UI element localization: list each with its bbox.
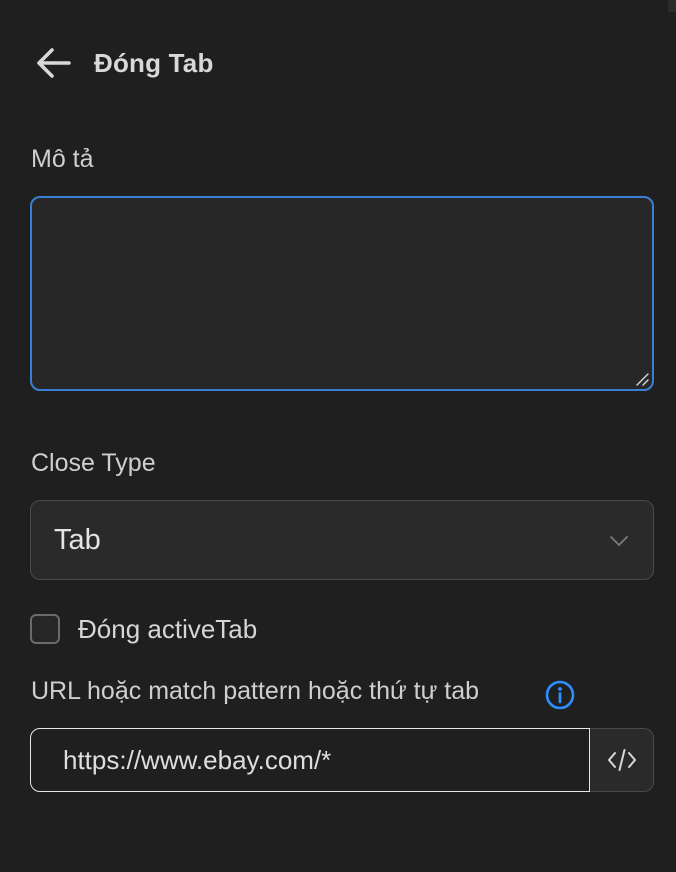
- code-editor-button[interactable]: [590, 728, 654, 792]
- close-type-select[interactable]: Tab: [30, 500, 654, 580]
- active-tab-option[interactable]: Đóng activeTab: [30, 612, 257, 646]
- page-title: Đóng Tab: [94, 47, 214, 78]
- scrollbar-edge: [668, 0, 676, 12]
- close-type-label: Close Type: [31, 449, 156, 477]
- code-icon: [607, 749, 636, 771]
- arrow-left-icon: [37, 48, 71, 78]
- close-type-selected-value: Tab: [54, 523, 101, 556]
- resize-handle-icon[interactable]: [635, 372, 649, 386]
- chevron-down-icon: [610, 536, 628, 546]
- url-input-group: [30, 728, 654, 792]
- back-button[interactable]: [36, 44, 74, 82]
- header: Đóng Tab: [36, 44, 214, 82]
- description-textarea[interactable]: [32, 198, 652, 389]
- url-input[interactable]: [31, 743, 589, 777]
- url-label: URL hoặc match pattern hoặc thứ tự tab: [31, 677, 480, 705]
- active-tab-checkbox[interactable]: [30, 614, 60, 644]
- info-icon[interactable]: [544, 679, 576, 711]
- description-label: Mô tả: [31, 145, 94, 173]
- description-field-wrapper: [30, 196, 654, 391]
- url-field-wrapper: [30, 728, 590, 792]
- active-tab-label: Đóng activeTab: [78, 613, 258, 644]
